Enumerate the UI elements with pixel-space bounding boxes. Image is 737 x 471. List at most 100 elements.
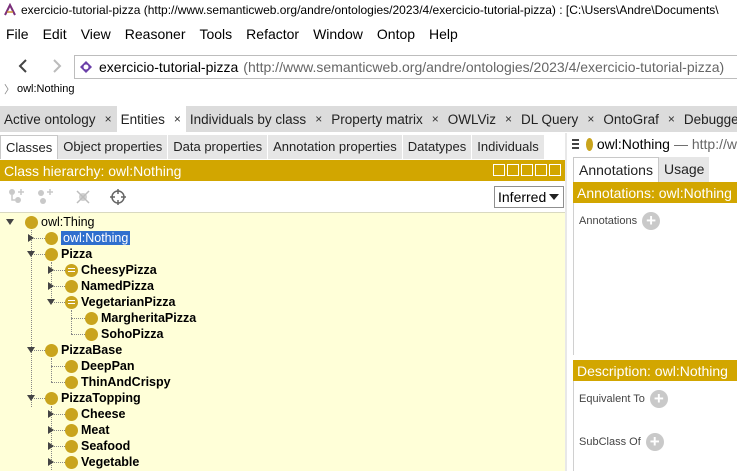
defined-class-icon — [65, 263, 78, 277]
tree-node-cheese[interactable]: Cheese — [65, 406, 125, 422]
tree-node-pizzabase[interactable]: PizzaBase — [45, 342, 122, 358]
tree-node-owl-nothing[interactable]: owl:Nothing — [45, 230, 131, 246]
tab-usage[interactable]: Usage — [658, 157, 710, 182]
close-icon[interactable]: × — [315, 112, 322, 126]
tree-node-thinandcrispy[interactable]: ThinAndCrispy — [65, 374, 171, 390]
tree-node-label: NamedPizza — [81, 279, 154, 293]
collapse-icon[interactable] — [27, 251, 35, 257]
collapse-icon[interactable] — [27, 395, 35, 401]
tree-node-label: Seafood — [81, 439, 131, 453]
tree-node-margheritapizza[interactable]: MargheritaPizza — [85, 310, 196, 326]
tree-node-deeppan[interactable]: DeepPan — [65, 358, 135, 374]
maximize-icon[interactable] — [535, 164, 547, 176]
class-icon — [65, 423, 78, 437]
tree-node-pizza[interactable]: Pizza — [45, 246, 92, 262]
add-equivalent-button[interactable]: + — [649, 390, 668, 408]
tab-dl-query[interactable]: DL Query × — [517, 106, 599, 132]
tab-entities[interactable]: Entities × — [116, 106, 186, 132]
tree-node-label: ThinAndCrispy — [81, 375, 171, 389]
class-icon — [585, 137, 593, 151]
tab-owlviz[interactable]: OWLViz × — [444, 106, 517, 132]
pin-icon[interactable] — [507, 164, 519, 176]
menu-reasoner[interactable]: Reasoner — [118, 22, 193, 46]
add-sibling-icon[interactable] — [35, 187, 55, 207]
entity-header: owl:Nothing — http://w — [567, 133, 737, 155]
close-icon[interactable]: × — [105, 112, 112, 126]
expand-icon[interactable] — [48, 442, 54, 450]
breadcrumb: 〉 owl:Nothing — [4, 81, 74, 97]
forward-button[interactable] — [43, 52, 71, 80]
hierarchy-toolbar — [0, 183, 565, 211]
add-subclass-icon[interactable] — [6, 187, 26, 207]
close-view-icon[interactable] — [549, 164, 561, 176]
menu-icon[interactable] — [572, 137, 579, 151]
add-annotation-button[interactable]: + — [642, 212, 661, 230]
breadcrumb-item[interactable]: owl:Nothing — [17, 83, 74, 95]
tree-node-cheesypizza[interactable]: CheesyPizza — [65, 262, 157, 278]
expand-icon[interactable] — [48, 426, 54, 434]
tree-node-seafood[interactable]: Seafood — [65, 438, 130, 454]
crosshair-icon[interactable] — [108, 187, 128, 207]
navigation-bar: exercicio-tutorial-pizza (http://www.sem… — [0, 52, 737, 80]
tab-individuals-by-class[interactable]: Individuals by class × — [186, 106, 327, 132]
close-icon[interactable]: × — [505, 112, 512, 126]
tree-node-sohopizza[interactable]: SohoPizza — [85, 326, 164, 342]
delete-class-icon[interactable] — [73, 187, 93, 207]
expand-icon[interactable] — [28, 234, 34, 242]
tab-ontograf[interactable]: OntoGraf × — [599, 106, 680, 132]
add-superclass-button[interactable]: + — [645, 433, 664, 451]
tab-debugger[interactable]: Debugger — [680, 106, 737, 132]
menu-edit[interactable]: Edit — [36, 22, 74, 46]
tree-node-pizzatopping[interactable]: PizzaTopping — [45, 390, 141, 406]
tab-property-matrix[interactable]: Property matrix × — [327, 106, 444, 132]
menu-ontop[interactable]: Ontop — [370, 22, 422, 46]
close-icon[interactable]: × — [174, 112, 181, 126]
close-icon[interactable]: × — [668, 112, 675, 126]
tree-node-namedpizza[interactable]: NamedPizza — [65, 278, 154, 294]
expand-icon[interactable] — [48, 410, 54, 418]
subtab-data-properties[interactable]: Data properties — [168, 135, 269, 159]
class-icon — [65, 455, 78, 469]
expand-icon[interactable] — [48, 266, 54, 274]
tree-node-label: PizzaTopping — [61, 391, 141, 405]
expand-icon[interactable] — [48, 458, 54, 466]
tab-annotations[interactable]: Annotations — [573, 157, 659, 182]
tab-label: OWLViz — [447, 111, 497, 127]
annotations-label: Annotations — [579, 215, 638, 227]
collapse-icon[interactable] — [27, 347, 35, 353]
tree-node-vegetarianpizza[interactable]: VegetarianPizza — [65, 294, 176, 310]
subtab-classes[interactable]: Classes — [0, 135, 59, 159]
menu-refactor[interactable]: Refactor — [239, 22, 306, 46]
close-icon[interactable]: × — [432, 112, 439, 126]
menu-help[interactable]: Help — [422, 22, 465, 46]
subtab-datatypes[interactable]: Datatypes — [402, 135, 473, 159]
class-icon — [45, 391, 58, 405]
title-bar: exercicio-tutorial-pizza (http://www.sem… — [0, 0, 737, 20]
split-pane-divider[interactable] — [565, 133, 567, 471]
subtab-object-properties[interactable]: Object properties — [58, 135, 169, 159]
class-icon — [45, 231, 58, 245]
entity-type-tabs: Classes Object properties Data propertie… — [0, 135, 565, 159]
help-icon[interactable] — [493, 164, 505, 176]
subtab-individuals[interactable]: Individuals — [472, 135, 545, 159]
expand-icon[interactable] — [48, 282, 54, 290]
tree-node-label: VegetarianPizza — [81, 295, 176, 309]
hierarchy-mode-select[interactable]: Inferred — [494, 186, 564, 208]
subtab-annotation-properties[interactable]: Annotation properties — [268, 135, 403, 159]
close-icon[interactable]: × — [587, 112, 594, 126]
back-button[interactable] — [9, 52, 37, 80]
tree-node-meat[interactable]: Meat — [65, 422, 109, 438]
ontology-icon — [80, 61, 92, 73]
tree-node-owl-thing[interactable]: owl:Thing — [25, 214, 95, 230]
menu-tools[interactable]: Tools — [192, 22, 239, 46]
menu-view[interactable]: View — [74, 22, 118, 46]
menu-window[interactable]: Window — [306, 22, 370, 46]
tree-node-vegetable[interactable]: Vegetable — [65, 454, 139, 470]
menu-file[interactable]: File — [0, 22, 36, 46]
split-icon[interactable] — [521, 164, 533, 176]
ontology-address-field[interactable]: exercicio-tutorial-pizza (http://www.sem… — [74, 55, 737, 79]
tab-active-ontology[interactable]: Active ontology × — [0, 106, 117, 132]
annotations-header: Annotations: owl:Nothing — [573, 182, 737, 203]
collapse-icon[interactable] — [6, 219, 14, 225]
collapse-icon[interactable] — [47, 299, 55, 305]
